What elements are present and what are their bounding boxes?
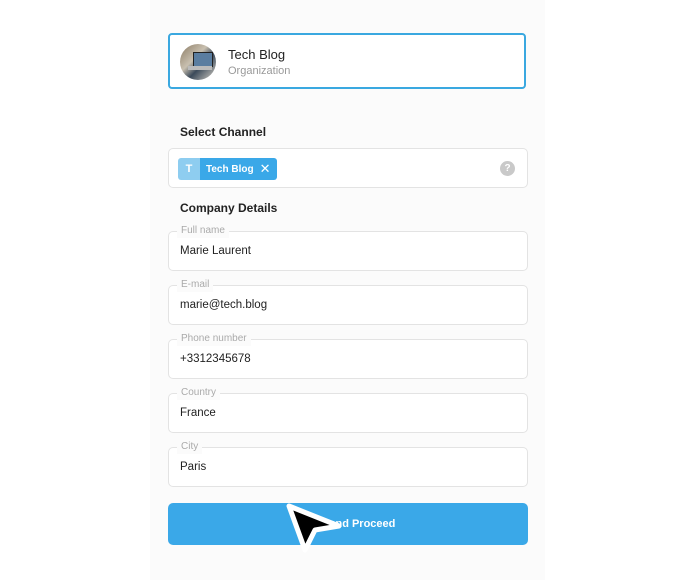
country-label: Country (177, 386, 221, 400)
organization-name: Tech Blog (228, 47, 286, 62)
city-field[interactable]: City (168, 440, 528, 487)
country-input[interactable] (180, 407, 510, 419)
full-name-field[interactable]: Full name (168, 224, 528, 271)
chip-label: Tech Blog (200, 158, 258, 180)
close-icon[interactable]: ✕ (257, 158, 277, 180)
organization-avatar (180, 44, 216, 80)
channel-select[interactable]: T Tech Blog ✕ ? (168, 148, 528, 188)
laptop-screen (193, 52, 213, 67)
laptop-base (188, 66, 212, 70)
phone-label: Phone number (177, 332, 251, 346)
save-and-proceed-button[interactable]: Save and Proceed (168, 503, 528, 545)
company-details-title: Company Details (180, 201, 278, 215)
city-label: City (177, 440, 203, 454)
email-label: E-mail (177, 278, 214, 292)
phone-field[interactable]: Phone number (168, 332, 528, 379)
channel-chip: T Tech Blog ✕ (178, 158, 277, 180)
phone-input[interactable] (180, 353, 510, 365)
select-channel-title: Select Channel (180, 125, 267, 139)
organization-card[interactable]: Tech Blog Organization (168, 33, 526, 89)
city-input[interactable] (180, 461, 510, 473)
chip-initial: T (178, 158, 200, 180)
help-icon[interactable]: ? (500, 161, 515, 176)
cursor-pointer-icon (286, 503, 342, 553)
full-name-label: Full name (177, 224, 229, 238)
full-name-input[interactable] (180, 245, 510, 257)
organization-type: Organization (228, 65, 291, 77)
email-input[interactable] (180, 299, 510, 311)
country-field[interactable]: Country (168, 386, 528, 433)
email-field[interactable]: E-mail (168, 278, 528, 325)
